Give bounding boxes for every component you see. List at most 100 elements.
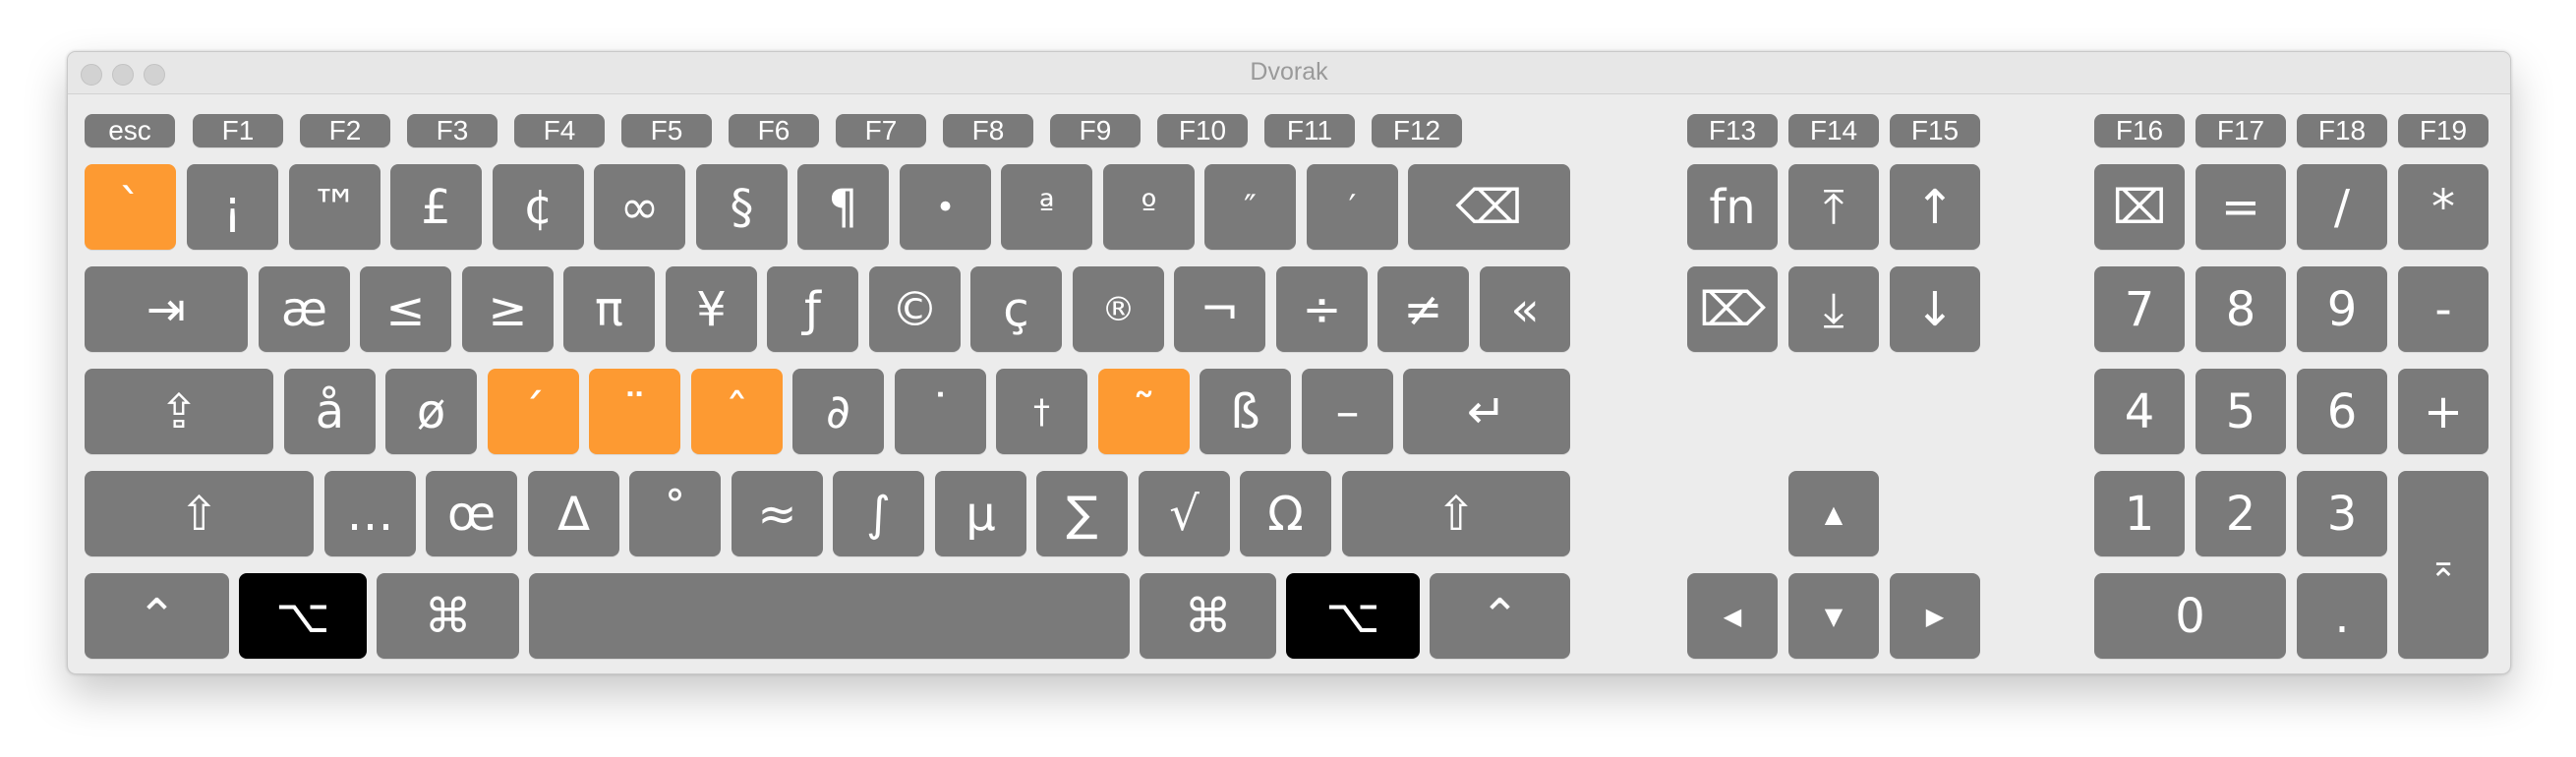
- key-page-down[interactable]: ↓: [1890, 266, 1980, 352]
- key-v[interactable]: √: [1139, 471, 1230, 556]
- key-right-option[interactable]: ⌥: [1286, 573, 1420, 659]
- key-backslash[interactable]: «: [1480, 266, 1570, 352]
- key-b[interactable]: ∫: [833, 471, 924, 556]
- key-f19[interactable]: F19: [2398, 114, 2488, 147]
- key-8[interactable]: •: [900, 164, 991, 250]
- key-numpad-9[interactable]: 9: [2297, 266, 2387, 352]
- key-f15[interactable]: F15: [1890, 114, 1980, 147]
- key-f5[interactable]: F5: [621, 114, 712, 147]
- key-space[interactable]: [529, 573, 1130, 659]
- key-right-shift[interactable]: ⇧: [1342, 471, 1570, 556]
- key-f17[interactable]: F17: [2195, 114, 2286, 147]
- key-return[interactable]: ↵: [1403, 369, 1570, 454]
- key-esc[interactable]: esc: [85, 114, 175, 147]
- key-left-shift[interactable]: ⇧: [85, 471, 314, 556]
- key-numpad-0[interactable]: 0: [2094, 573, 2286, 659]
- key-e-dead[interactable]: ´: [488, 369, 579, 454]
- key-delete[interactable]: ⌫: [1408, 164, 1570, 250]
- key-4[interactable]: ¢: [493, 164, 584, 250]
- key-9[interactable]: ª: [1001, 164, 1092, 250]
- key-0[interactable]: º: [1103, 164, 1195, 250]
- key-y[interactable]: ¥: [666, 266, 757, 352]
- key-f6[interactable]: F6: [729, 114, 819, 147]
- key-numpad-minus[interactable]: -: [2398, 266, 2488, 352]
- key-period[interactable]: ≥: [462, 266, 554, 352]
- key-j[interactable]: ∆: [528, 471, 619, 556]
- key-left-control[interactable]: ⌃: [85, 573, 229, 659]
- key-f1[interactable]: F1: [193, 114, 283, 147]
- key-u-dead[interactable]: ¨: [589, 369, 680, 454]
- key-3[interactable]: £: [390, 164, 482, 250]
- key-f2[interactable]: F2: [300, 114, 390, 147]
- key-f3[interactable]: F3: [407, 114, 498, 147]
- key-k[interactable]: ˚: [629, 471, 721, 556]
- key-f11[interactable]: F11: [1264, 114, 1355, 147]
- key-left-option[interactable]: ⌥: [239, 573, 367, 659]
- key-r[interactable]: ®: [1073, 266, 1164, 352]
- key-2[interactable]: ™: [289, 164, 381, 250]
- key-p[interactable]: π: [563, 266, 655, 352]
- key-equals[interactable]: ≠: [1377, 266, 1469, 352]
- key-numpad-clear[interactable]: ⌧: [2094, 164, 2185, 250]
- key-f14[interactable]: F14: [1788, 114, 1879, 147]
- key-numpad-7[interactable]: 7: [2094, 266, 2185, 352]
- key-1[interactable]: ¡: [187, 164, 278, 250]
- key-f8[interactable]: F8: [943, 114, 1033, 147]
- key-m[interactable]: µ: [935, 471, 1026, 556]
- key-numpad-multiply[interactable]: *: [2398, 164, 2488, 250]
- key-numpad-4[interactable]: 4: [2094, 369, 2185, 454]
- key-page-up[interactable]: ↑: [1890, 164, 1980, 250]
- key-bracket-left[interactable]: ″: [1204, 164, 1296, 250]
- key-arrow-up[interactable]: ▲: [1788, 471, 1879, 556]
- key-7[interactable]: ¶: [797, 164, 889, 250]
- key-o[interactable]: ø: [385, 369, 477, 454]
- key-f10[interactable]: F10: [1157, 114, 1248, 147]
- key-s[interactable]: ß: [1200, 369, 1291, 454]
- key-f7[interactable]: F7: [836, 114, 926, 147]
- key-w[interactable]: ∑: [1036, 471, 1128, 556]
- key-h[interactable]: ˙: [895, 369, 986, 454]
- key-n-dead[interactable]: ˜: [1098, 369, 1190, 454]
- key-numpad-divide[interactable]: /: [2297, 164, 2387, 250]
- key-slash[interactable]: ÷: [1276, 266, 1368, 352]
- key-x[interactable]: ≈: [732, 471, 823, 556]
- key-i-dead[interactable]: ˆ: [691, 369, 783, 454]
- key-5[interactable]: ∞: [594, 164, 685, 250]
- key-quote[interactable]: æ: [259, 266, 350, 352]
- key-g[interactable]: ©: [869, 266, 961, 352]
- key-f18[interactable]: F18: [2297, 114, 2387, 147]
- key-f9[interactable]: F9: [1050, 114, 1141, 147]
- key-numpad-1[interactable]: 1: [2094, 471, 2185, 556]
- key-numpad-2[interactable]: 2: [2195, 471, 2286, 556]
- key-tab[interactable]: ⇥: [85, 266, 248, 352]
- key-arrow-right[interactable]: ▶: [1890, 573, 1980, 659]
- key-caps-lock[interactable]: ⇪: [85, 369, 273, 454]
- key-fn[interactable]: fn: [1687, 164, 1778, 250]
- key-semicolon[interactable]: …: [324, 471, 416, 556]
- key-arrow-left[interactable]: ◀: [1687, 573, 1778, 659]
- key-numpad-8[interactable]: 8: [2195, 266, 2286, 352]
- key-numpad-5[interactable]: 5: [2195, 369, 2286, 454]
- key-numpad-3[interactable]: 3: [2297, 471, 2387, 556]
- key-right-command[interactable]: ⌘: [1140, 573, 1276, 659]
- key-d[interactable]: ∂: [792, 369, 884, 454]
- key-home[interactable]: ⤒: [1788, 164, 1879, 250]
- key-t[interactable]: †: [996, 369, 1087, 454]
- key-end[interactable]: ⤓: [1788, 266, 1879, 352]
- key-left-command[interactable]: ⌘: [377, 573, 519, 659]
- key-f12[interactable]: F12: [1372, 114, 1462, 147]
- key-l[interactable]: ¬: [1174, 266, 1265, 352]
- key-a[interactable]: å: [284, 369, 376, 454]
- key-numpad-enter[interactable]: ⌅: [2398, 471, 2488, 659]
- key-z[interactable]: Ω: [1240, 471, 1331, 556]
- key-q[interactable]: œ: [426, 471, 517, 556]
- key-f4[interactable]: F4: [514, 114, 605, 147]
- key-numpad-decimal[interactable]: .: [2297, 573, 2387, 659]
- key-numpad-6[interactable]: 6: [2297, 369, 2387, 454]
- key-comma[interactable]: ≤: [360, 266, 451, 352]
- key-f16[interactable]: F16: [2094, 114, 2185, 147]
- key-f[interactable]: ƒ: [767, 266, 858, 352]
- key-f13[interactable]: F13: [1687, 114, 1778, 147]
- key-minus[interactable]: –: [1302, 369, 1393, 454]
- key-arrow-down[interactable]: ▼: [1788, 573, 1879, 659]
